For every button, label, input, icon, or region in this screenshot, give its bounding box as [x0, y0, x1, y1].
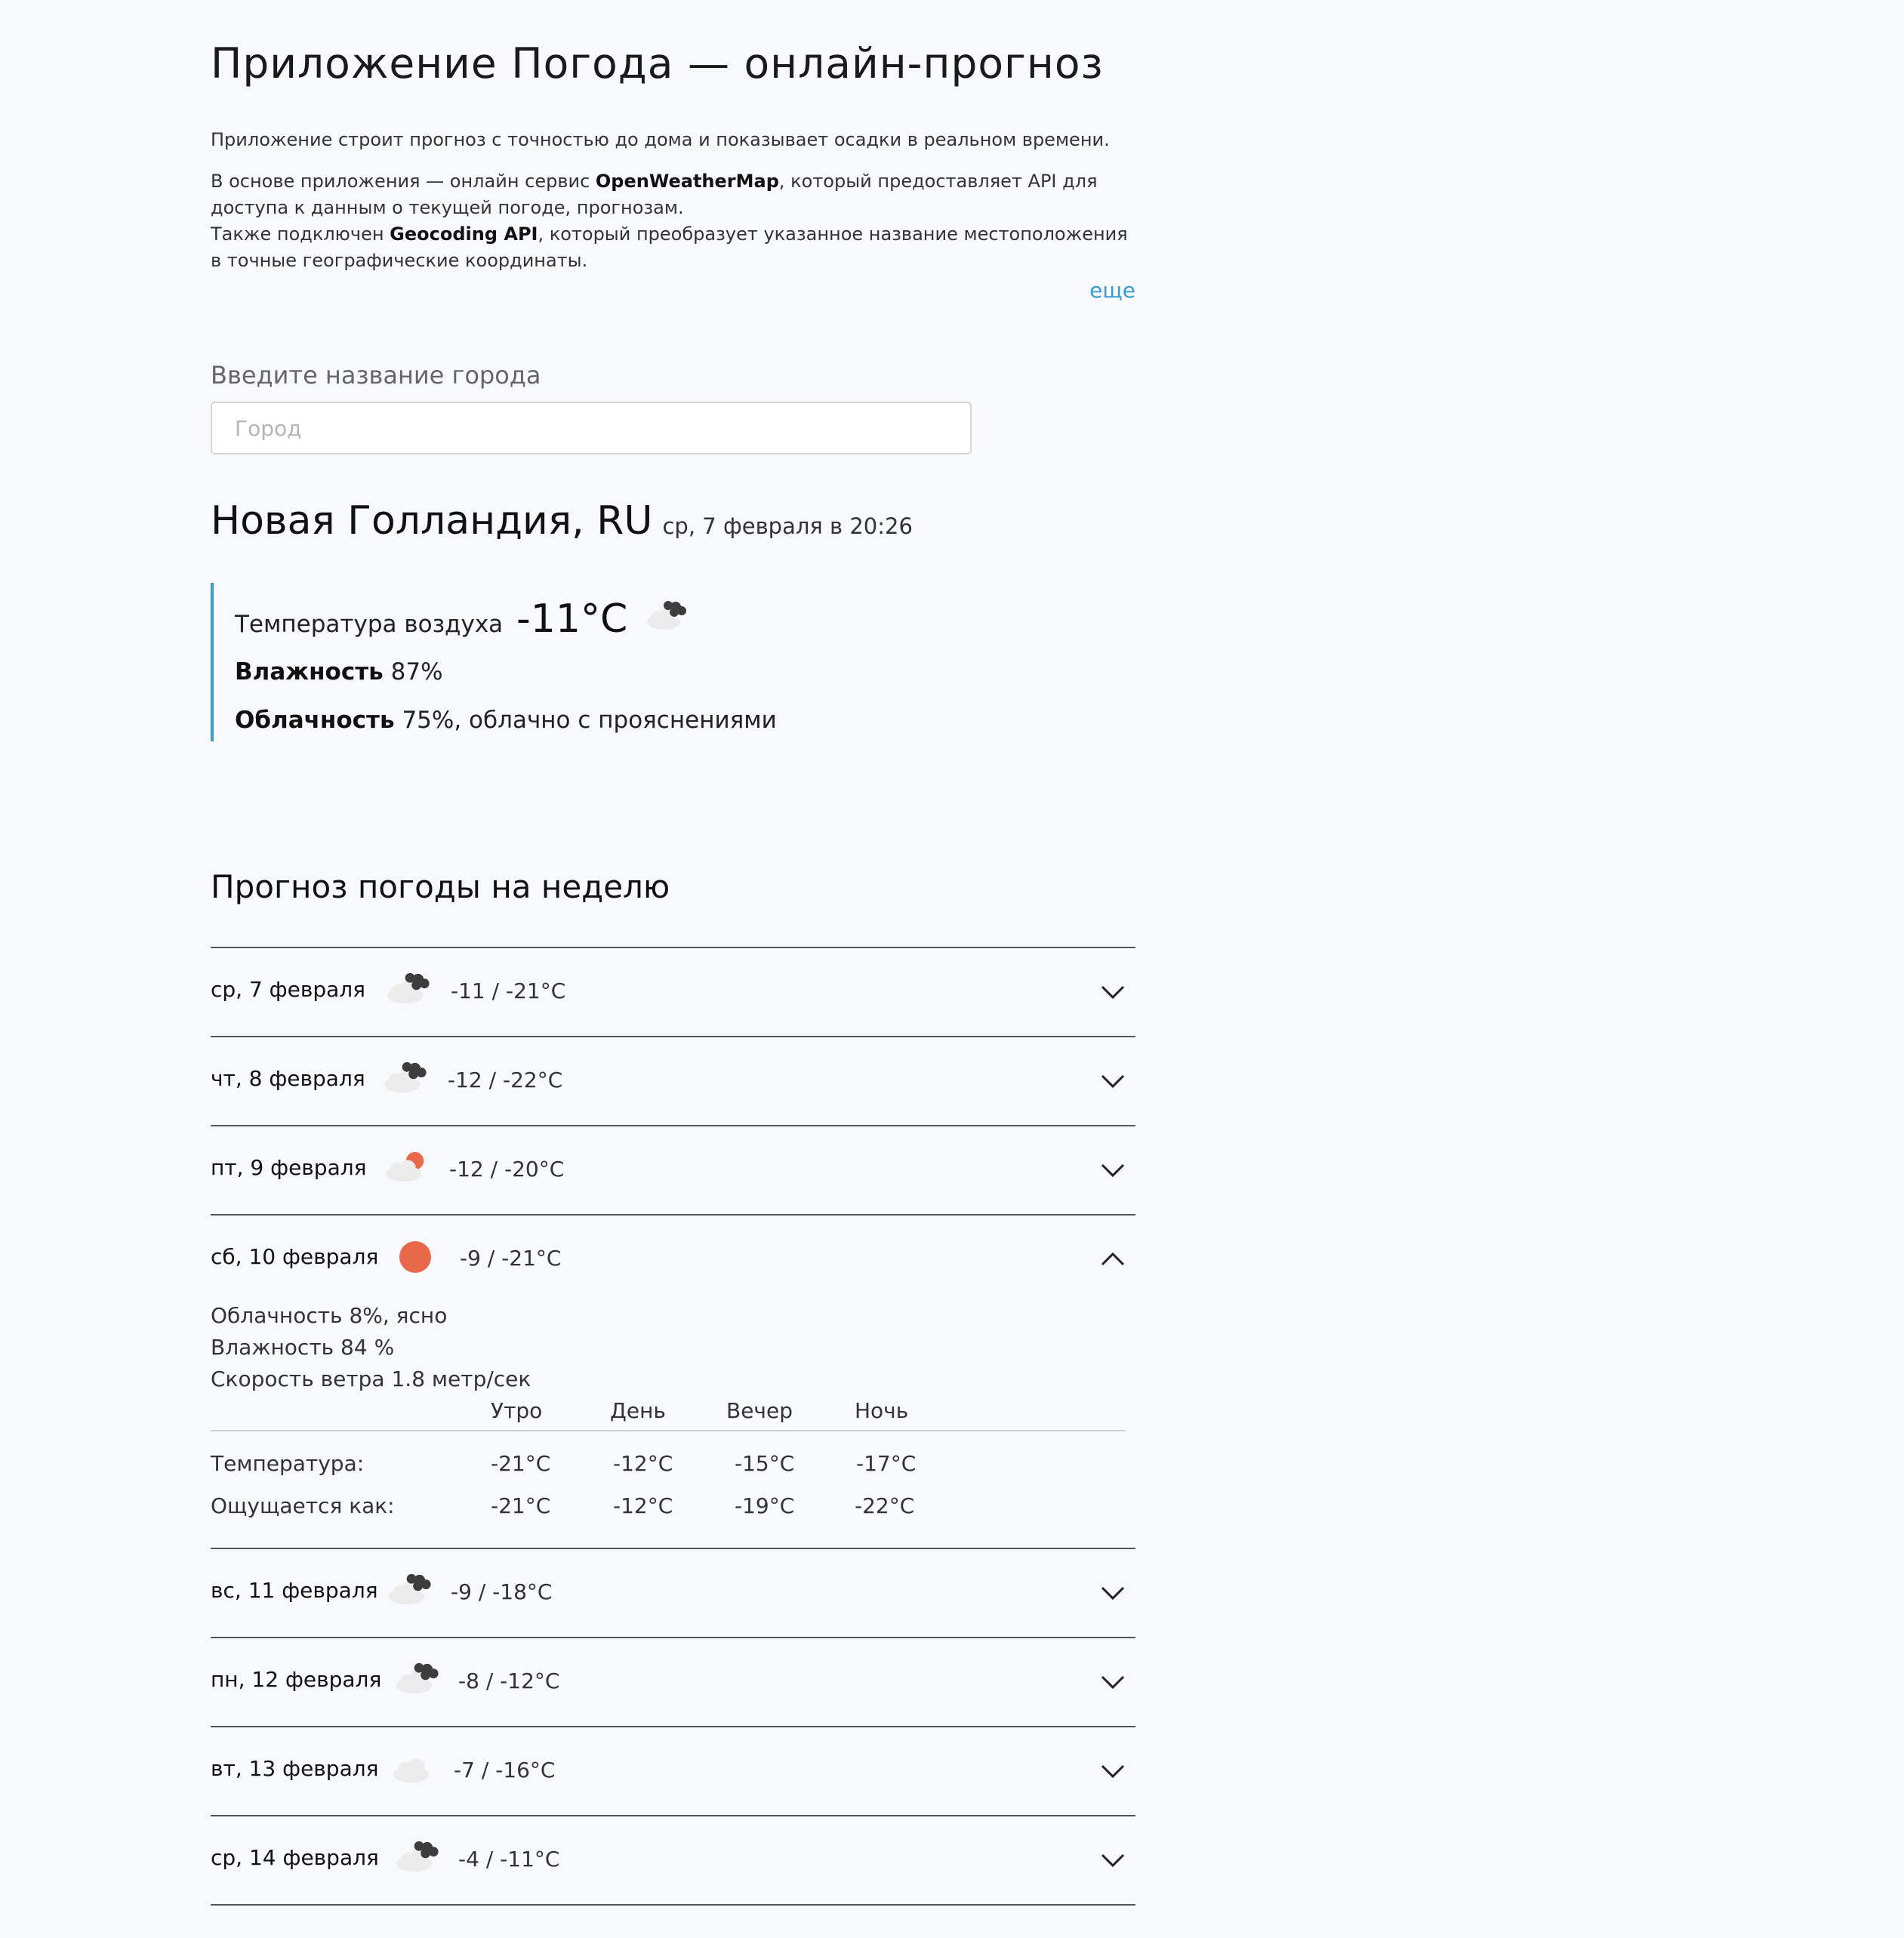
forecast-day-row[interactable]: ср, 14 февраля -4 / -11°C [211, 1815, 1135, 1906]
temperature-morning: -21°C [491, 1451, 551, 1476]
forecast-day-date: чт, 8 февраля [211, 1066, 365, 1091]
chevron-down-icon[interactable] [1099, 1668, 1126, 1696]
chevron-down-icon[interactable] [1099, 978, 1126, 1006]
cloudy-icon [396, 1662, 439, 1694]
chevron-down-icon[interactable] [1099, 1068, 1126, 1095]
forecast-day-temps: -11 / -21°C [451, 978, 566, 1003]
feels-like-night: -22°C [855, 1493, 915, 1518]
chevron-up-icon[interactable] [1099, 1246, 1126, 1273]
city-name: Новая Голландия, RU [211, 498, 653, 544]
intro-text: Приложение строит прогноз с точностью до… [211, 127, 1135, 289]
forecast-day-header[interactable]: вт, 13 февраля -7 / -16°C [211, 1727, 1135, 1815]
forecast-day-temps: -4 / -11°C [458, 1847, 560, 1872]
forecast-day-header[interactable]: пн, 12 февраля -8 / -12°C [211, 1638, 1135, 1726]
forecast-day-date: пн, 12 февраля [211, 1667, 382, 1692]
forecast-day-header[interactable]: чт, 8 февраля -12 / -22°C [211, 1037, 1135, 1125]
details-humidity: Влажность 84 % [211, 1335, 395, 1360]
chevron-down-icon[interactable] [1099, 1758, 1126, 1785]
temperature-day: -12°C [613, 1451, 673, 1476]
forecast-day-row-expanded[interactable]: сб, 10 февраля -9 / -21°C Облачность 8%,… [211, 1214, 1135, 1548]
feels-like-evening: -19°C [735, 1493, 795, 1518]
forecast-day-row[interactable]: вт, 13 февраля -7 / -16°C [211, 1726, 1135, 1815]
forecast-day-date: ср, 7 февраля [211, 977, 366, 1002]
week-forecast-list: ср, 7 февраля -11 / -21°C чт, 8 февраля [211, 947, 1135, 1906]
column-evening: Вечер [726, 1398, 793, 1423]
forecast-day-temps: -8 / -12°C [458, 1668, 560, 1693]
light-cloud-icon [393, 1758, 430, 1783]
temperature-value: -11°C [516, 596, 628, 642]
forecast-day-date: пт, 9 февраля [211, 1155, 367, 1180]
temperature-evening: -15°C [735, 1451, 795, 1476]
cloudy-icon [384, 1061, 427, 1093]
forecast-day-header[interactable]: ср, 14 февраля -4 / -11°C [211, 1816, 1135, 1904]
chevron-down-icon[interactable] [1099, 1579, 1126, 1607]
forecast-day-row[interactable]: чт, 8 февраля -12 / -22°C [211, 1036, 1135, 1125]
cloudy-icon [389, 1573, 431, 1605]
forecast-day-temps: -12 / -22°C [448, 1068, 563, 1092]
temperature-label: Температура воздуха [235, 611, 504, 638]
chevron-down-icon[interactable] [1099, 1847, 1126, 1874]
table-divider [211, 1430, 1126, 1431]
intro-paragraph-1: Приложение строит прогноз с точностью до… [211, 129, 1110, 150]
week-forecast-title: Прогноз погоды на неделю [211, 868, 670, 905]
city-search-input[interactable] [211, 402, 972, 454]
forecast-day-header[interactable]: сб, 10 февраля -9 / -21°C [211, 1215, 1135, 1303]
forecast-day-row[interactable]: пн, 12 февраля -8 / -12°C [211, 1637, 1135, 1726]
current-city-line: Новая Голландия, RU ср, 7 февраля в 20:2… [211, 498, 913, 544]
cloudy-icon [387, 972, 430, 1004]
forecast-day-temps: -12 / -20°C [449, 1157, 565, 1182]
current-humidity-row: Влажность 87% [235, 658, 443, 686]
cloudiness-value: 75%, облачно с прояснениями [402, 707, 777, 734]
current-weather-block: Температура воздуха -11°C Влажность 87% … [211, 583, 969, 741]
openweathermap-name: OpenWeatherMap [595, 171, 779, 192]
forecast-day-row[interactable]: вс, 11 февраля -9 / -18°C [211, 1548, 1135, 1637]
temperature-row-label: Температура: [211, 1451, 365, 1476]
column-day: День [610, 1398, 666, 1423]
column-night: Ночь [855, 1398, 909, 1423]
chevron-down-icon[interactable] [1099, 1157, 1126, 1184]
intro-paragraph-2: В основе приложения — онлайн сервис Open… [211, 168, 1135, 274]
forecast-day-header[interactable]: вс, 11 февраля -9 / -18°C [211, 1549, 1135, 1637]
details-wind: Скорость ветра 1.8 метр/сек [211, 1366, 531, 1391]
cloudy-icon [647, 600, 687, 630]
search-label: Введите название города [211, 361, 541, 390]
more-link[interactable]: еще [1089, 278, 1135, 303]
cloudy-icon [396, 1841, 439, 1872]
sun-icon [399, 1241, 431, 1273]
cloudiness-label: Облачность [235, 707, 395, 734]
temperature-night: -17°C [856, 1451, 917, 1476]
humidity-value: 87% [390, 658, 443, 686]
intro-p3-start: Также подключен [211, 223, 390, 245]
intro-p2-start: В основе приложения — онлайн сервис [211, 171, 596, 192]
feels-like-row-label: Ощущается как: [211, 1493, 395, 1518]
forecast-day-date: ср, 14 февраля [211, 1845, 379, 1870]
forecast-day-temps: -9 / -21°C [460, 1246, 562, 1271]
current-temperature-row: Температура воздуха -11°C [235, 596, 691, 642]
details-cloudiness: Облачность 8%, ясно [211, 1303, 448, 1328]
feels-like-morning: -21°C [491, 1493, 551, 1518]
forecast-day-row[interactable]: пт, 9 февраля -12 / -20°C [211, 1125, 1135, 1214]
current-datetime: ср, 7 февраля в 20:26 [662, 513, 913, 539]
feels-like-day: -12°C [613, 1493, 673, 1518]
column-morning: Утро [491, 1398, 543, 1423]
forecast-day-temps: -7 / -16°C [454, 1758, 556, 1782]
humidity-label: Влажность [235, 658, 384, 686]
partly-sunny-icon [386, 1151, 424, 1182]
forecast-day-row[interactable]: ср, 7 февраля -11 / -21°C [211, 947, 1135, 1036]
forecast-day-temps: -9 / -18°C [451, 1579, 553, 1604]
geocoding-api-name: Geocoding API [390, 223, 538, 245]
current-cloudiness-row: Облачность 75%, облачно с прояснениями [235, 707, 777, 734]
page: Приложение Погода — онлайн-прогноз Прило… [0, 0, 1904, 1938]
forecast-day-header[interactable]: ср, 7 февраля -11 / -21°C [211, 948, 1135, 1036]
forecast-day-date: сб, 10 февраля [211, 1244, 379, 1269]
forecast-day-header[interactable]: пт, 9 февраля -12 / -20°C [211, 1126, 1135, 1214]
page-title: Приложение Погода — онлайн-прогноз [211, 39, 1104, 88]
forecast-day-date: вт, 13 февраля [211, 1756, 379, 1781]
forecast-day-date: вс, 11 февраля [211, 1578, 378, 1603]
